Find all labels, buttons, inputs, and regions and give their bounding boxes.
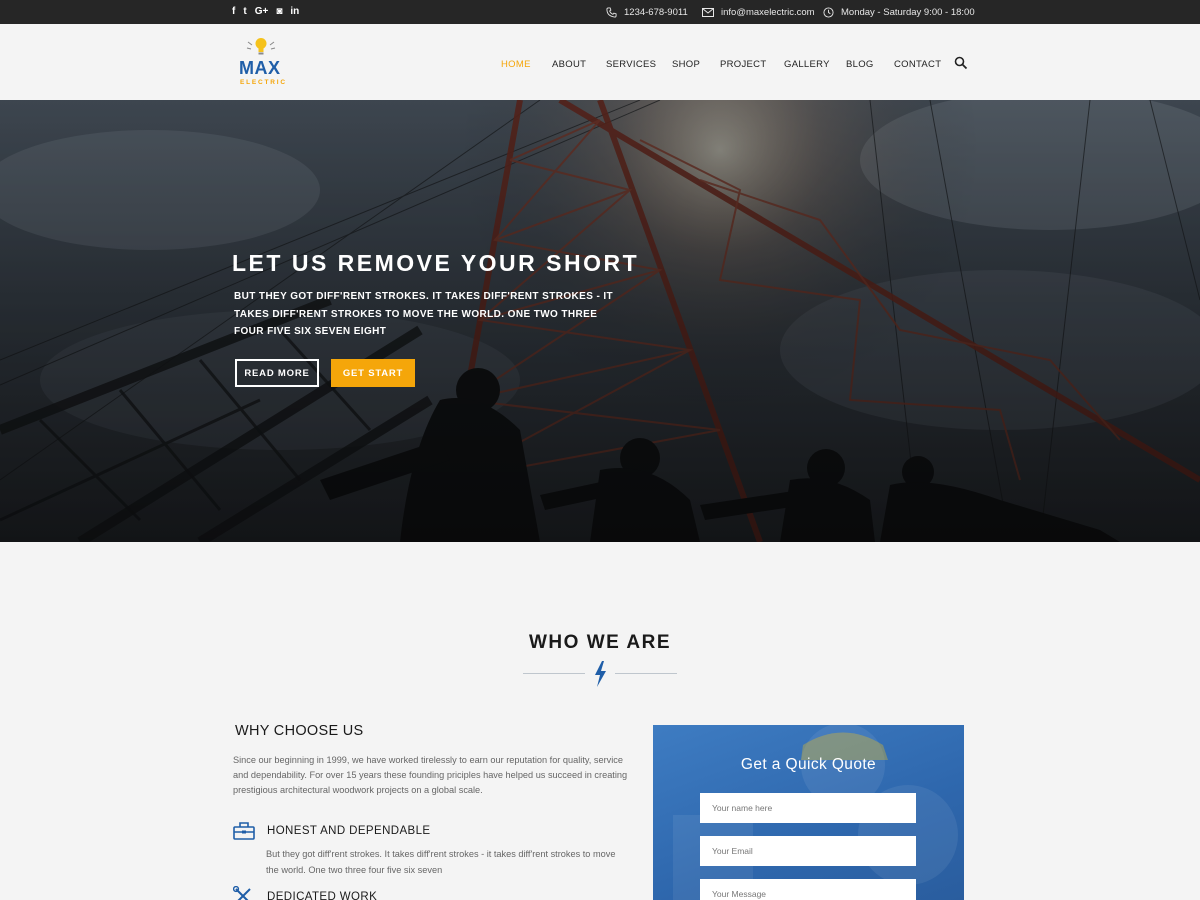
facebook-icon[interactable]: f [232, 6, 235, 18]
hero-subtitle: BUT THEY GOT DIFF'RENT STROKES. IT TAKES… [234, 291, 614, 337]
get-start-button[interactable]: GET START [331, 359, 415, 387]
phone-info: 1234-678-9011 [606, 0, 688, 24]
email-address[interactable]: info@maxelectric.com [721, 7, 815, 18]
logo-title: MAX [239, 58, 281, 78]
logo-subtitle: ELECTRIC [240, 79, 287, 86]
feature-title-honest: HONEST AND DEPENDABLE [267, 825, 431, 837]
google-plus-icon[interactable]: G+ [255, 6, 269, 18]
nav-home[interactable]: HOME [501, 59, 531, 70]
nav-project[interactable]: PROJECT [720, 59, 766, 70]
nav-blog[interactable]: BLOG [846, 59, 874, 70]
instagram-icon[interactable]: ◙ [276, 6, 282, 18]
title-divider-right [615, 673, 677, 674]
why-choose-text: Since our beginning in 1999, we have wor… [233, 755, 628, 795]
feature-text-honest: But they got diff'rent strokes. It takes… [266, 849, 616, 875]
social-links: f t G+ ◙ in [232, 6, 299, 18]
linkedin-icon[interactable]: in [290, 6, 299, 18]
hero-title: LET US REMOVE YOUR SHORT [232, 250, 640, 276]
nav-about[interactable]: ABOUT [552, 59, 586, 70]
feature-title-dedicated: DEDICATED WORK [267, 891, 378, 900]
email-input[interactable] [700, 836, 916, 866]
top-bar: f t G+ ◙ in 1234-678-9011 info@maxelectr… [0, 0, 1200, 24]
hero-banner: LET US REMOVE YOUR SHORT BUT THEY GOT DI… [0, 100, 1200, 542]
message-input[interactable] [700, 879, 916, 900]
quote-title: Get a Quick Quote [740, 756, 877, 773]
quick-quote-form: Get a Quick Quote [653, 725, 964, 900]
search-icon[interactable] [954, 56, 968, 70]
lightning-bolt-icon [595, 661, 606, 687]
twitter-icon[interactable]: t [243, 6, 246, 18]
working-hours: Monday - Saturday 9:00 - 18:00 [841, 6, 975, 18]
title-divider-left [523, 673, 585, 674]
tools-icon [233, 886, 251, 900]
site-header: MAX ELECTRIC HOME ABOUT SERVICES SHOP PR… [0, 24, 1200, 100]
nav-gallery[interactable]: GALLERY [784, 59, 830, 70]
phone-icon [606, 6, 617, 18]
nav-services[interactable]: SERVICES [606, 59, 656, 70]
nav-shop[interactable]: SHOP [672, 59, 700, 70]
phone-number[interactable]: 1234-678-9011 [624, 7, 688, 18]
why-choose-title: WHY CHOOSE US [235, 723, 364, 739]
email-info: info@maxelectric.com [702, 0, 815, 24]
envelope-icon [702, 7, 714, 17]
section-title: WHO WE ARE [528, 632, 671, 653]
read-more-button[interactable]: READ MORE [235, 359, 319, 387]
hours-info: Monday - Saturday 9:00 - 18:00 [823, 0, 975, 24]
clock-icon [823, 6, 834, 18]
name-input[interactable] [700, 793, 916, 823]
nav-contact[interactable]: CONTACT [894, 59, 941, 70]
toolbox-icon [233, 822, 255, 840]
site-logo[interactable]: MAX ELECTRIC [236, 37, 286, 89]
light-rays-icon [246, 41, 276, 50]
